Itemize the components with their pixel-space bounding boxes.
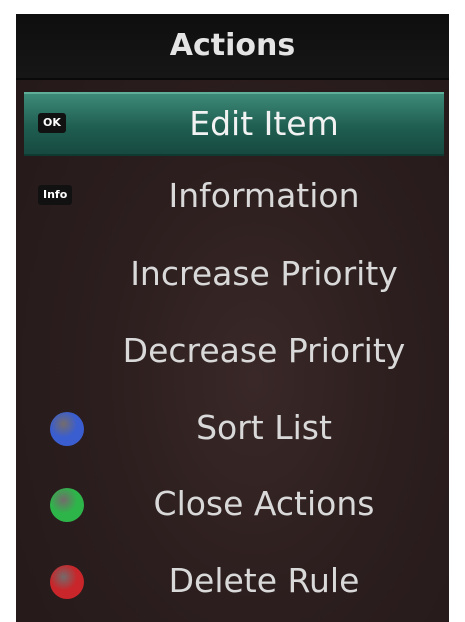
menu-item-label: Sort List — [196, 408, 332, 447]
menu-item-delete-rule[interactable]: Delete Rule — [24, 549, 444, 613]
blue-button-icon — [50, 412, 84, 446]
ok-key-icon: OK — [38, 113, 66, 133]
menu-item-close-actions[interactable]: Close Actions — [24, 472, 444, 536]
menu-item-increase-priority[interactable]: Increase Priority — [24, 242, 444, 306]
menu-item-sort-list[interactable]: Sort List — [24, 396, 444, 460]
green-button-icon — [50, 488, 84, 522]
menu-item-label: Edit Item — [189, 104, 339, 143]
red-button-icon — [50, 565, 84, 599]
menu-item-decrease-priority[interactable]: Decrease Priority — [24, 319, 444, 383]
menu-item-label: Information — [168, 176, 360, 215]
menu-header: Actions — [16, 14, 449, 80]
menu-item-label: Close Actions — [153, 484, 375, 523]
menu-item-label: Increase Priority — [130, 254, 398, 293]
menu-item-information[interactable]: Info Information — [24, 164, 444, 228]
actions-menu-panel: Actions OK Edit Item Info Information In… — [16, 14, 449, 622]
menu-title: Actions — [169, 28, 296, 63]
info-key-icon: Info — [38, 185, 73, 205]
menu-item-label: Decrease Priority — [122, 331, 406, 370]
menu-item-label: Delete Rule — [168, 561, 360, 600]
menu-item-edit-item[interactable]: OK Edit Item — [24, 92, 444, 156]
